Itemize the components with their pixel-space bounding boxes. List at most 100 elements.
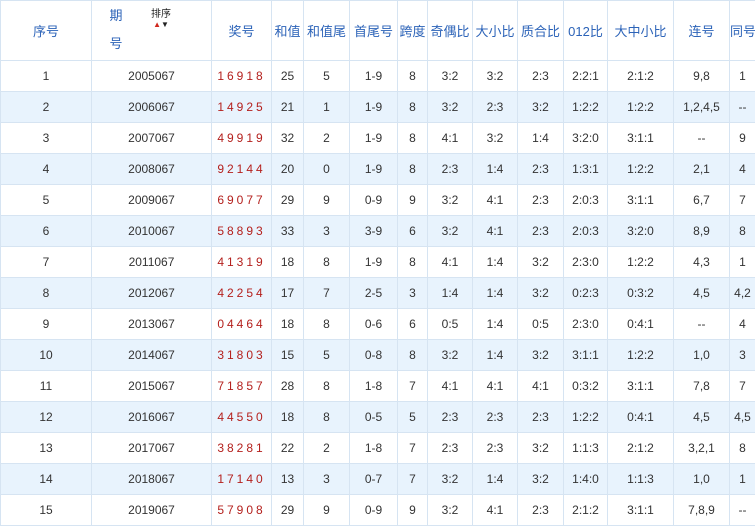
cell-sum: 18 (271, 308, 304, 340)
cell-same-number: 4,5 (729, 401, 755, 433)
cell-number: 16918 (211, 60, 272, 92)
table-row: 7 2011067 41319 18 8 1-9 8 4:1 1:4 3:2 2:3:0 1:2:2 4… (0, 246, 755, 278)
cell-number: 57908 (211, 494, 272, 526)
cell-seq: 5 (0, 184, 92, 216)
cell-odd-even: 2:3 (427, 432, 473, 464)
cell-span: 9 (397, 494, 428, 526)
sort-up-arrow-icon: ▲ (153, 20, 161, 29)
cell-period: 2017067 (91, 432, 212, 464)
cell-same-number: -- (729, 91, 755, 123)
header-dazhongxiao: 大中小比 (607, 0, 674, 61)
cell-consecutive: 6,7 (673, 184, 730, 216)
cell-seq: 15 (0, 494, 92, 526)
cell-big-mid-small: 1:1:3 (607, 463, 674, 495)
winning-number: 49919 (217, 131, 266, 145)
cell-sum: 13 (271, 463, 304, 495)
cell-number: 42254 (211, 277, 272, 309)
cell-big-mid-small: 3:1:1 (607, 184, 674, 216)
cell-prime-composite: 2:3 (517, 60, 564, 92)
cell-sum: 32 (271, 122, 304, 154)
cell-012-ratio: 2:3:0 (563, 246, 608, 278)
cell-sum-tail: 9 (303, 184, 350, 216)
cell-odd-even: 2:3 (427, 401, 473, 433)
cell-big-small: 2:3 (472, 432, 518, 464)
header-qihao: 期 号 排序 ▲▼ (91, 0, 212, 61)
cell-span: 3 (397, 277, 428, 309)
cell-012-ratio: 1:2:2 (563, 401, 608, 433)
cell-sum-tail: 8 (303, 370, 350, 402)
cell-sum-tail: 3 (303, 463, 350, 495)
header-jianghao: 奖号 (211, 0, 272, 61)
winning-number: 16918 (217, 69, 266, 83)
cell-span: 8 (397, 91, 428, 123)
cell-period: 2005067 (91, 60, 212, 92)
winning-number: 14925 (217, 100, 266, 114)
cell-same-number: 4,2 (729, 277, 755, 309)
winning-number: 58893 (217, 224, 266, 238)
cell-big-mid-small: 1:2:2 (607, 246, 674, 278)
cell-seq: 7 (0, 246, 92, 278)
table-row: 15 2019067 57908 29 9 0-9 9 3:2 4:1 2:3 2:1:2 3:1:1… (0, 494, 755, 526)
cell-big-mid-small: 3:1:1 (607, 370, 674, 402)
cell-sum: 17 (271, 277, 304, 309)
cell-big-small: 4:1 (472, 494, 518, 526)
cell-span: 8 (397, 60, 428, 92)
cell-period: 2018067 (91, 463, 212, 495)
cell-sum: 21 (271, 91, 304, 123)
cell-big-small: 2:3 (472, 91, 518, 123)
cell-number: 14925 (211, 91, 272, 123)
cell-odd-even: 3:2 (427, 91, 473, 123)
cell-odd-even: 3:2 (427, 463, 473, 495)
table-row: 6 2010067 58893 33 3 3-9 6 3:2 4:1 2:3 2:0:3 3:2:0 8… (0, 215, 755, 247)
cell-prime-composite: 4:1 (517, 370, 564, 402)
cell-period: 2013067 (91, 308, 212, 340)
cell-period: 2011067 (91, 246, 212, 278)
header-hezhi: 和值 (271, 0, 304, 61)
cell-big-mid-small: 3:1:1 (607, 122, 674, 154)
cell-big-small: 2:3 (472, 401, 518, 433)
cell-prime-composite: 0:5 (517, 308, 564, 340)
table-row: 3 2007067 49919 32 2 1-9 8 4:1 3:2 1:4 3:2:0 3:1:1-… (0, 122, 755, 154)
cell-consecutive: -- (673, 122, 730, 154)
winning-number: 17140 (217, 472, 266, 486)
winning-number: 04464 (217, 317, 266, 331)
cell-prime-composite: 3:2 (517, 463, 564, 495)
cell-first-last: 0-8 (349, 339, 398, 371)
cell-consecutive: 8,9 (673, 215, 730, 247)
cell-first-last: 1-9 (349, 60, 398, 92)
table-header-row: 序号 期 号 排序 ▲▼ 奖号 和值 和值尾 首尾号 跨度 奇偶比 大小比 质合… (0, 0, 755, 61)
cell-period: 2008067 (91, 153, 212, 185)
cell-consecutive: 2,1 (673, 153, 730, 185)
cell-big-small: 1:4 (472, 277, 518, 309)
cell-sum-tail: 5 (303, 60, 350, 92)
cell-odd-even: 3:2 (427, 215, 473, 247)
cell-consecutive: 4,5 (673, 401, 730, 433)
cell-consecutive: 7,8,9 (673, 494, 730, 526)
header-zhihe: 质合比 (517, 0, 564, 61)
cell-first-last: 1-9 (349, 122, 398, 154)
cell-seq: 14 (0, 463, 92, 495)
sort-button[interactable]: 排序 ▲▼ (144, 9, 178, 29)
table-row: 14 2018067 17140 13 3 0-7 7 3:2 1:4 3:2 1:4:0 1:1:3… (0, 463, 755, 495)
cell-span: 5 (397, 401, 428, 433)
cell-big-small: 1:4 (472, 153, 518, 185)
cell-prime-composite: 3:2 (517, 432, 564, 464)
cell-span: 6 (397, 215, 428, 247)
cell-big-mid-small: 3:1:1 (607, 494, 674, 526)
cell-sum-tail: 1 (303, 91, 350, 123)
cell-sum-tail: 2 (303, 122, 350, 154)
cell-period: 2006067 (91, 91, 212, 123)
cell-first-last: 2-5 (349, 277, 398, 309)
cell-same-number: 4 (729, 153, 755, 185)
cell-span: 9 (397, 184, 428, 216)
table-body: 1 2005067 16918 25 5 1-9 8 3:2 3:2 2:3 2:2:1 2:1:2 9… (0, 60, 755, 526)
cell-first-last: 0-5 (349, 401, 398, 433)
cell-number: 17140 (211, 463, 272, 495)
cell-sum: 33 (271, 215, 304, 247)
cell-012-ratio: 0:2:3 (563, 277, 608, 309)
cell-big-small: 3:2 (472, 60, 518, 92)
cell-sum: 25 (271, 60, 304, 92)
cell-span: 7 (397, 463, 428, 495)
cell-seq: 13 (0, 432, 92, 464)
cell-seq: 1 (0, 60, 92, 92)
